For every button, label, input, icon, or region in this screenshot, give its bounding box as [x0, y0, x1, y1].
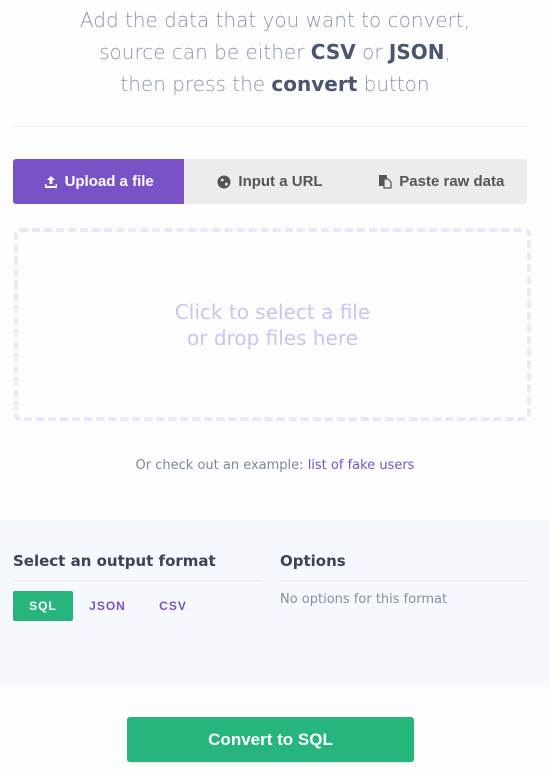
dropzone-line-2: or drop files here — [187, 325, 358, 350]
paste-icon — [378, 174, 392, 189]
input-source-tabs: Upload a file Input a URL Paste raw data — [13, 159, 527, 204]
tab-input-url[interactable]: Input a URL — [184, 159, 356, 204]
intro-line-2: source can be either CSV or JSON, — [0, 36, 550, 68]
intro-text-part: source can be either — [99, 40, 311, 64]
tab-paste-raw-data[interactable]: Paste raw data — [355, 159, 527, 204]
format-json-button[interactable]: JSON — [80, 591, 135, 621]
intro-text-part: then press the — [120, 72, 272, 96]
intro-text-part: , — [444, 40, 451, 64]
options-heading: Options — [280, 552, 346, 570]
divider — [13, 126, 527, 127]
intro-line-1: Add the data that you want to convert, — [79, 8, 471, 32]
format-csv-button[interactable]: CSV — [148, 591, 198, 621]
tab-upload-file[interactable]: Upload a file — [13, 159, 185, 204]
tab-label: Input a URL — [238, 173, 323, 190]
intro-text-part: or — [355, 40, 389, 64]
format-sql-button[interactable]: SQL — [13, 591, 73, 621]
json-emphasis: JSON — [388, 40, 445, 64]
divider — [13, 580, 261, 581]
intro-line-3: then press the convert button — [0, 68, 550, 100]
tab-label: Paste raw data — [399, 173, 505, 190]
convert-button[interactable]: Convert to SQL — [127, 717, 414, 762]
tab-label: Upload a file — [64, 173, 154, 190]
csv-emphasis: CSV — [310, 40, 356, 64]
example-link[interactable]: list of fake users — [308, 458, 415, 473]
example-prefix: Or check out an example: — [135, 458, 308, 473]
output-format-heading: Select an output format — [13, 552, 216, 570]
file-dropzone[interactable]: Click to select a file or drop files her… — [14, 228, 531, 421]
divider — [280, 580, 527, 581]
upload-icon — [44, 175, 58, 189]
dropzone-line-1: Click to select a file — [174, 299, 371, 324]
convert-emphasis: convert — [271, 72, 358, 96]
no-options-text: No options for this format — [280, 592, 448, 607]
intro-text-part: button — [357, 72, 430, 96]
intro-text: Add the data that you want to convert, s… — [0, 4, 550, 100]
globe-icon — [217, 175, 231, 189]
example-text: Or check out an example: list of fake us… — [0, 458, 550, 473]
